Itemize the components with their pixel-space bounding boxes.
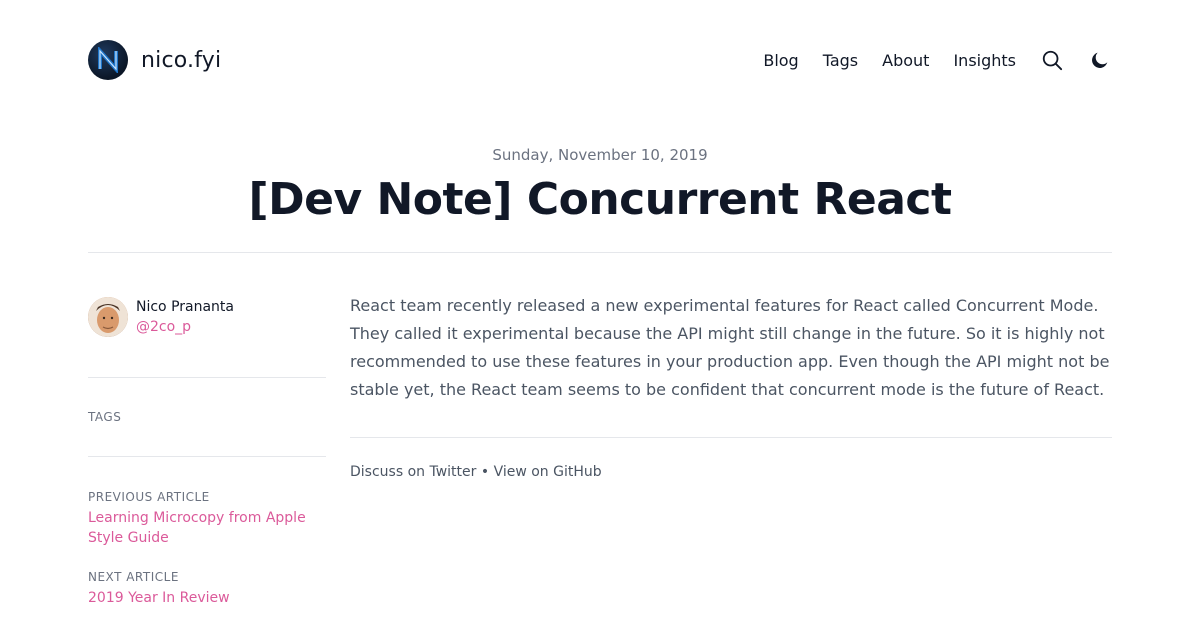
site-name: nico.fyi [141,47,222,73]
nav-insights[interactable]: Insights [953,51,1016,70]
author-handle-link[interactable]: @2co_p [136,319,234,335]
nav-tags[interactable]: Tags [823,51,858,70]
main-nav: Blog Tags About Insights [763,48,1112,72]
brand-link[interactable]: nico.fyi [88,40,221,80]
page: nico.fyi Blog Tags About Insights Sunday… [0,0,1200,630]
search-button[interactable] [1040,48,1064,72]
view-github-link[interactable]: View on GitHub [494,464,602,480]
post-title: [Dev Note] Concurrent React [248,174,952,225]
moon-icon [1092,52,1108,68]
post-content: React team recently released a new exper… [350,292,1112,480]
author-info: Nico Prananta @2co_p [136,297,234,335]
author-card: Nico Prananta @2co_p [88,297,326,337]
content-divider [350,437,1112,438]
logo-icon [88,40,128,80]
title-divider [88,252,1112,253]
theme-toggle-button[interactable] [1088,48,1112,72]
avatar [88,297,128,337]
previous-article-link[interactable]: Learning Microcopy from Apple Style Guid… [88,508,326,548]
link-separator: • [476,464,494,480]
sidebar-divider [88,456,326,457]
nav-blog[interactable]: Blog [763,51,798,70]
post-sidebar: Nico Prananta @2co_p TAGS PREVIOUS ARTIC… [88,297,326,608]
post-date: Sunday, November 10, 2019 [492,146,708,164]
post-body: React team recently released a new exper… [350,296,1110,399]
nav-about[interactable]: About [882,51,929,70]
previous-article: PREVIOUS ARTICLE Learning Microcopy from… [88,490,326,548]
next-article-label: NEXT ARTICLE [88,570,179,584]
next-article: NEXT ARTICLE 2019 Year In Review [88,570,326,608]
author-name: Nico Prananta [136,299,234,315]
sidebar-divider [88,377,326,378]
discuss-twitter-link[interactable]: Discuss on Twitter [350,464,476,480]
discussion-links: Discuss on Twitter • View on GitHub [350,464,1112,480]
tags-label: TAGS [88,410,122,424]
search-icon [1042,50,1063,71]
site-header: nico.fyi Blog Tags About Insights [88,40,1112,80]
next-article-link[interactable]: 2019 Year In Review [88,588,326,608]
previous-article-label: PREVIOUS ARTICLE [88,490,210,504]
